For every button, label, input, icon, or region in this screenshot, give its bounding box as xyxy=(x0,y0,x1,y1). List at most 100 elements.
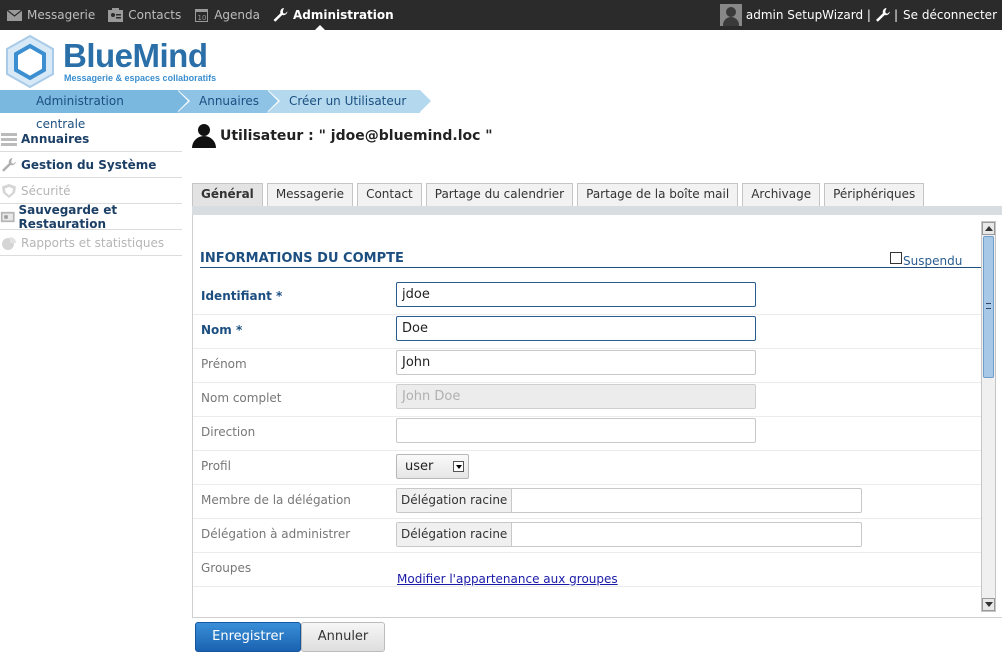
settings-wrench-icon[interactable] xyxy=(874,7,892,23)
tab-messagerie[interactable]: Messagerie xyxy=(266,183,354,206)
delegation-admin-field[interactable]: Délégation racine xyxy=(396,522,862,547)
sidebar-item-backup[interactable]: Sauvegarde et Restauration xyxy=(0,202,182,231)
delegation-prefix: Délégation racine xyxy=(397,523,513,546)
logo-tagline: Messagerie & espaces collaboratifs xyxy=(64,73,217,83)
nom-label: Nom * xyxy=(201,323,243,337)
form-row-profil: Profil user xyxy=(193,451,982,485)
page-title: Utilisateur : " jdoe@bluemind.loc " xyxy=(192,124,493,148)
nom-complet-input: John Doe xyxy=(396,384,756,409)
cancel-button[interactable]: Annuler xyxy=(301,622,385,652)
contacts-icon xyxy=(108,8,124,22)
chevron-down-icon xyxy=(453,461,464,472)
form-scrollbar[interactable] xyxy=(981,221,996,612)
sidebar: Annuaires Gestion du Système Sécurité Sa… xyxy=(0,126,182,256)
form-row-direction: Direction xyxy=(193,417,982,451)
nav-contacts-label: Contacts xyxy=(128,8,182,22)
svg-text:10: 10 xyxy=(198,14,207,22)
section-divider xyxy=(200,267,981,268)
nom-complet-label: Nom complet xyxy=(201,391,282,405)
bluemind-logo[interactable]: BlueMind Messagerie & espaces collaborat… xyxy=(2,34,222,88)
delegation-prefix: Délégation racine xyxy=(397,489,513,512)
tab-mailbox-sharing[interactable]: Partage de la boîte mail xyxy=(577,183,739,206)
nav-messagerie-label: Messagerie xyxy=(27,8,96,22)
form-row-identifiant: Identifiant * jdoe xyxy=(193,281,982,315)
tab-devices[interactable]: Périphériques xyxy=(824,183,925,206)
active-nav-caret xyxy=(315,25,325,30)
prenom-input[interactable]: John xyxy=(396,350,756,375)
suspend-label: Suspendu xyxy=(903,254,963,268)
logo-wordmark: BlueMind xyxy=(63,37,208,74)
tab-calendar-sharing[interactable]: Partage du calendrier xyxy=(425,183,574,206)
scroll-thumb[interactable] xyxy=(983,236,994,378)
nav-messagerie[interactable]: Messagerie xyxy=(0,0,101,30)
form-row-nom-complet: Nom complet John Doe xyxy=(193,383,982,417)
calendar-icon: 10 xyxy=(195,9,209,22)
suspend-toggle[interactable]: Suspendu xyxy=(890,252,963,268)
sidebar-item-label: Sécurité xyxy=(21,183,71,198)
tab-archiving[interactable]: Archivage xyxy=(742,183,821,206)
mail-icon xyxy=(6,9,23,21)
breadcrumb-item-directories[interactable]: Annuaires xyxy=(177,90,280,113)
breadcrumb-item-create-user[interactable]: Créer un Utilisateur xyxy=(267,90,433,113)
backup-icon xyxy=(0,211,15,222)
membre-delegation-field[interactable]: Délégation racine xyxy=(396,488,862,513)
form-row-groupes: Groupes Modifier l'appartenance aux grou… xyxy=(193,553,982,587)
breadcrumb-label: Annuaires xyxy=(199,94,260,108)
sidebar-item-reports[interactable]: Rapports et statistiques xyxy=(0,230,182,256)
direction-input[interactable] xyxy=(396,418,756,443)
tab-general[interactable]: Général xyxy=(192,183,263,206)
page-title-text: Utilisateur : " jdoe@bluemind.loc " xyxy=(220,128,493,144)
direction-label: Direction xyxy=(201,425,256,439)
membre-delegation-label: Membre de la délégation xyxy=(201,493,351,507)
identifiant-label: Identifiant * xyxy=(201,289,283,303)
scroll-up-button[interactable] xyxy=(982,222,995,235)
nav-administration-label: Administration xyxy=(293,8,394,22)
sidebar-item-system[interactable]: Gestion du Système xyxy=(0,152,182,178)
breadcrumb: Administration centrale Annuaires Créer … xyxy=(0,90,433,131)
tab-contact[interactable]: Contact xyxy=(357,183,422,206)
chart-icon xyxy=(2,236,16,250)
breadcrumb-item-admin[interactable]: Administration centrale xyxy=(0,90,190,131)
sidebar-item-directories[interactable]: Annuaires xyxy=(0,126,182,152)
directory-icon xyxy=(1,132,17,146)
sidebar-item-label: Sauvegarde et Restauration xyxy=(18,202,118,231)
logout-link[interactable]: Se déconnecter xyxy=(903,8,997,22)
nav-administration[interactable]: Administration xyxy=(266,0,400,30)
form-row-prenom: Prénom John xyxy=(193,349,982,383)
tab-bar: Général Messagerie Contact Partage du ca… xyxy=(192,183,928,206)
top-bar: Messagerie Contacts 10 Agenda Administra… xyxy=(0,0,1002,30)
logo-hexagon-icon xyxy=(6,34,54,88)
form-row-membre-delegation: Membre de la délégation Délégation racin… xyxy=(193,485,982,519)
identifiant-input[interactable]: jdoe xyxy=(396,282,756,307)
sidebar-item-label: Rapports et statistiques xyxy=(21,235,165,250)
shield-icon xyxy=(2,183,16,198)
avatar[interactable] xyxy=(719,4,742,26)
user-name[interactable]: admin SetupWizard | xyxy=(746,8,871,22)
nav-agenda[interactable]: 10 Agenda xyxy=(187,0,266,30)
profil-label: Profil xyxy=(201,459,231,473)
form-row-delegation-admin: Délégation à administrer Délégation raci… xyxy=(193,519,982,553)
sidebar-item-label: Gestion du Système xyxy=(21,157,157,172)
separator: | xyxy=(893,8,899,22)
nav-agenda-label: Agenda xyxy=(214,8,260,22)
sidebar-item-security[interactable]: Sécurité xyxy=(0,178,182,204)
user-box: admin SetupWizard | | Se déconnecter xyxy=(719,0,997,30)
account-form-panel: INFORMATIONS DU COMPTE Suspendu Identifi… xyxy=(192,215,1002,618)
section-title: INFORMATIONS DU COMPTE xyxy=(200,251,404,266)
user-icon xyxy=(192,124,216,148)
nav-contacts[interactable]: Contacts xyxy=(101,0,187,30)
top-nav: Messagerie Contacts 10 Agenda Administra… xyxy=(0,0,400,30)
sidebar-item-label: Annuaires xyxy=(21,131,90,146)
scroll-down-button[interactable] xyxy=(982,598,995,611)
wrench-icon xyxy=(2,157,16,172)
suspend-checkbox[interactable] xyxy=(890,252,902,264)
edit-groups-link[interactable]: Modifier l'appartenance aux groupes xyxy=(397,572,618,586)
profil-select[interactable]: user xyxy=(396,454,469,479)
prenom-label: Prénom xyxy=(201,357,247,371)
form-row-nom: Nom * Doe xyxy=(193,315,982,349)
breadcrumb-label: Créer un Utilisateur xyxy=(289,94,407,108)
save-button[interactable]: Enregistrer xyxy=(195,622,301,652)
profil-select-value: user xyxy=(405,459,434,474)
nom-input[interactable]: Doe xyxy=(396,316,756,341)
wrench-icon xyxy=(273,8,288,22)
